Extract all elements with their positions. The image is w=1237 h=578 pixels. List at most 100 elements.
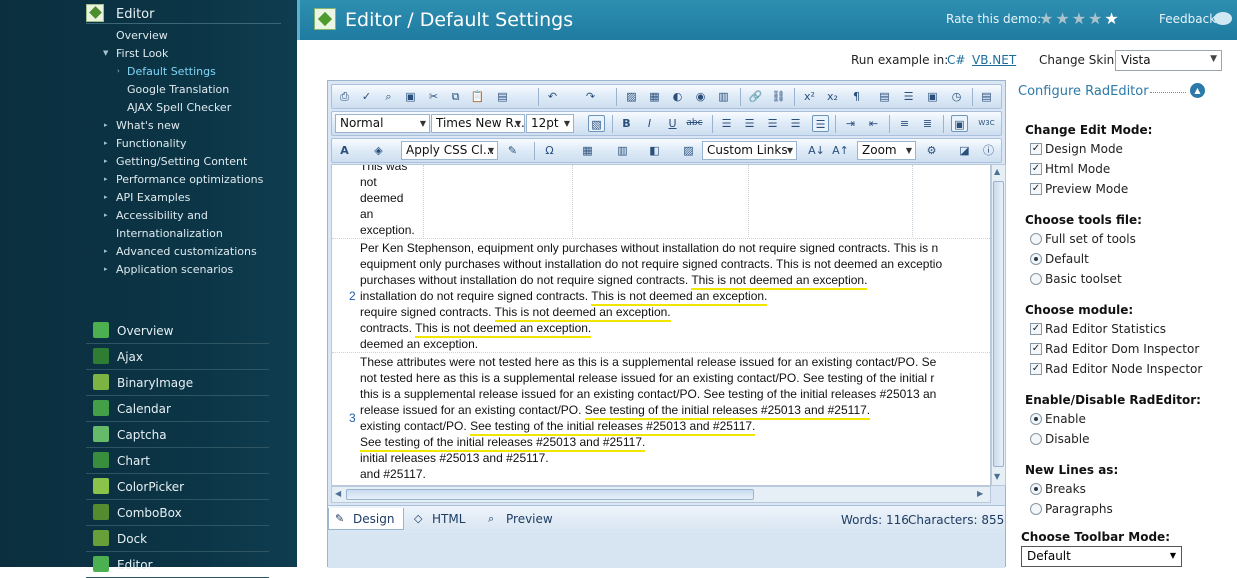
align-center-icon[interactable]: ☰	[741, 115, 758, 132]
format-code-icon[interactable]: ▤	[978, 88, 995, 105]
align-left-icon[interactable]: ☰	[718, 115, 735, 132]
star-icon[interactable]: ★	[1072, 9, 1088, 28]
checkbox-input[interactable]: ✓	[1030, 323, 1042, 335]
tree-arrow-icon[interactable]: ▸	[104, 153, 108, 170]
insert-snippet-icon[interactable]: ▥	[614, 142, 631, 159]
superscript-icon[interactable]: x²	[801, 88, 818, 105]
insert-form-element-icon[interactable]: ◧	[646, 142, 663, 159]
radio-input[interactable]	[1030, 433, 1042, 445]
select-all-icon[interactable]: ▣	[402, 88, 419, 105]
toggle-border-icon[interactable]: ▣	[951, 115, 968, 132]
format-painter-icon[interactable]: ✎	[504, 142, 521, 159]
paste-icon[interactable]: 📋	[469, 88, 486, 105]
toolbar-mode-select[interactable]: Default ▼	[1021, 546, 1182, 567]
horizontal-rule-icon[interactable]: ☰	[900, 88, 917, 105]
outdent-icon[interactable]: ⇤	[865, 115, 882, 132]
real-font-size-icon[interactable]: ▧	[588, 115, 605, 132]
checkbox-input[interactable]: ✓	[1030, 143, 1042, 155]
radio-input[interactable]	[1030, 273, 1042, 285]
product-item[interactable]: BinaryImage	[86, 370, 269, 396]
template-manager-icon[interactable]: ▥	[715, 88, 732, 105]
product-item[interactable]: Overview	[86, 318, 269, 344]
horizontal-scrollbar[interactable]: ◀ ▶	[331, 486, 991, 503]
tree-arrow-icon[interactable]: ▸	[104, 171, 108, 188]
media-manager-icon[interactable]: ◉	[692, 88, 709, 105]
star-icon[interactable]: ★	[1104, 9, 1120, 28]
italic-icon[interactable]: I	[641, 115, 658, 132]
css-class-dropdown[interactable]: Apply CSS Cl... ▼	[401, 141, 498, 160]
checkbox-input[interactable]: ✓	[1030, 183, 1042, 195]
justify-none-icon[interactable]: ☰	[812, 115, 829, 132]
radio-input[interactable]	[1030, 483, 1042, 495]
scroll-thumb[interactable]	[346, 489, 754, 500]
tree-arrow-icon[interactable]: ▸	[104, 261, 108, 278]
scroll-left-icon[interactable]: ◀	[335, 489, 341, 498]
justify-icon[interactable]: ☰	[787, 115, 804, 132]
star-icon[interactable]: ★	[1088, 9, 1104, 28]
tab-html[interactable]: ◇ HTML	[408, 508, 474, 530]
format-stripper-icon[interactable]: ▤	[876, 88, 893, 105]
scroll-up-icon[interactable]: ▲	[994, 167, 1000, 176]
image-manager-icon[interactable]: ▨	[623, 88, 640, 105]
cut-icon[interactable]: ✂	[425, 88, 442, 105]
redo-icon[interactable]: ↷	[582, 88, 599, 105]
scroll-thumb[interactable]	[993, 181, 1004, 467]
product-item[interactable]: Editor	[86, 552, 269, 578]
indent-icon[interactable]: ⇥	[842, 115, 859, 132]
tab-design[interactable]: ✎ Design	[328, 508, 404, 530]
radio-input[interactable]	[1030, 233, 1042, 245]
subscript-icon[interactable]: x₂	[824, 88, 841, 105]
feedback-link[interactable]: Feedback	[1159, 12, 1216, 26]
toggle-screen-mode-icon[interactable]: ◪	[956, 142, 973, 159]
spellcheck-icon[interactable]: ✓	[358, 88, 375, 105]
insert-date-icon[interactable]: ▣	[924, 88, 941, 105]
tab-preview[interactable]: ⌕ Preview	[482, 508, 562, 530]
fore-color-icon[interactable]: A	[336, 142, 353, 159]
insert-symbol-icon[interactable]: Ω	[541, 142, 558, 159]
product-item[interactable]: Calendar	[86, 396, 269, 422]
editor-content-area[interactable]: This was not deemed an exception. 2 Per Ken …	[331, 164, 991, 486]
font-size-dropdown[interactable]: 12pt ▼	[526, 114, 574, 133]
tree-arrow-icon[interactable]: ›	[117, 63, 120, 80]
checkbox-input[interactable]: ✓	[1030, 363, 1042, 375]
product-item[interactable]: Ajax	[86, 344, 269, 370]
undo-icon[interactable]: ↶	[544, 88, 561, 105]
speech-bubble-icon[interactable]	[1214, 12, 1232, 25]
tree-arrow-icon[interactable]: ▸	[104, 189, 108, 206]
star-icon[interactable]: ★	[1055, 9, 1071, 28]
strikethrough-icon[interactable]: abc	[686, 115, 703, 132]
about-icon[interactable]: ⓘ	[980, 142, 997, 159]
flash-manager-icon[interactable]: ◐	[669, 88, 686, 105]
product-item[interactable]: Chart	[86, 448, 269, 474]
tree-arrow-icon[interactable]: ▼	[103, 45, 108, 62]
product-item[interactable]: ComboBox	[86, 500, 269, 526]
checkbox-input[interactable]: ✓	[1030, 163, 1042, 175]
product-item[interactable]: Dock	[86, 526, 269, 552]
radio-input[interactable]	[1030, 413, 1042, 425]
product-item[interactable]: Captcha	[86, 422, 269, 448]
format-block-dropdown[interactable]: Normal ▼	[335, 114, 430, 133]
module-manager-icon[interactable]: ⚙	[923, 142, 940, 159]
scroll-right-icon[interactable]: ▶	[977, 489, 983, 498]
skin-select[interactable]: Vista ▼	[1115, 50, 1222, 71]
back-color-icon[interactable]: ◈	[370, 142, 387, 159]
vbnet-link[interactable]: VB.NET	[972, 53, 1016, 67]
insert-table-icon[interactable]: ▦	[579, 142, 596, 159]
tree-arrow-icon[interactable]: ▸	[104, 207, 108, 224]
paste-options-icon[interactable]: ▤	[494, 88, 511, 105]
product-item[interactable]: ColorPicker	[86, 474, 269, 500]
tree-arrow-icon[interactable]: ▸	[104, 243, 108, 260]
radio-input[interactable]	[1030, 503, 1042, 515]
vertical-scrollbar[interactable]: ▲ ▼	[991, 164, 1006, 486]
radio-input[interactable]	[1030, 253, 1042, 265]
document-manager-icon[interactable]: ▦	[646, 88, 663, 105]
link-icon[interactable]: 🔗	[747, 88, 764, 105]
image-map-icon[interactable]: ▨	[680, 142, 697, 159]
copy-icon[interactable]: ⧉	[447, 88, 464, 105]
underline-icon[interactable]: U	[664, 115, 681, 132]
scroll-down-icon[interactable]: ▼	[994, 472, 1000, 481]
convert-lower-icon[interactable]: A↓	[808, 142, 825, 159]
rating-stars[interactable]: ★★★★★	[1039, 9, 1121, 28]
product-header[interactable]: Editor	[86, 2, 281, 24]
paragraph-icon[interactable]: ¶	[848, 88, 865, 105]
